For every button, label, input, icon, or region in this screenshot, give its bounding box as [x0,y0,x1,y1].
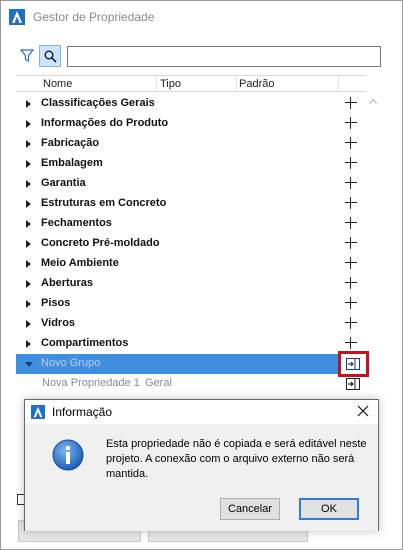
add-icon[interactable] [345,137,357,149]
group-label: Compartimentos [41,337,129,349]
expand-triangle-icon[interactable] [26,120,31,128]
window-title: Gestor de Propriedade [33,10,155,24]
close-icon[interactable] [357,405,369,417]
expand-triangle-icon[interactable] [26,340,31,348]
group-row[interactable]: Estruturas em Concreto [16,194,366,214]
group-row[interactable]: Embalagem [16,154,366,174]
group-row[interactable]: Vidros [16,314,366,334]
group-label: Fechamentos [41,217,112,229]
add-icon[interactable] [345,317,357,329]
dialog-footer: Cancelar OK [25,498,378,531]
expand-triangle-icon[interactable] [26,320,31,328]
group-row[interactable]: Aberturas [16,274,366,294]
add-icon[interactable] [345,97,357,109]
add-icon[interactable] [345,257,357,269]
archicad-logo-icon [9,9,25,25]
expand-triangle-icon[interactable] [26,280,31,288]
expand-triangle-icon[interactable] [26,160,31,168]
column-divider[interactable] [338,76,339,92]
expand-triangle-icon[interactable] [26,200,31,208]
information-dialog: Informação Esta propriedade não é copiad… [24,399,379,531]
search-button[interactable] [39,45,61,67]
archicad-logo-icon [31,405,45,419]
expand-triangle-icon[interactable] [26,260,31,268]
add-icon[interactable] [345,277,357,289]
dialog-body: Esta propriedade não é copiada e será ed… [25,424,378,498]
dialog-title: Informação [52,405,113,419]
group-label: Vidros [41,317,76,329]
add-icon[interactable] [345,237,357,249]
linked-property-icon[interactable] [346,378,360,390]
group-row[interactable]: Concreto Pré-moldado [16,234,366,254]
group-row[interactable]: Classificações Gerais [16,94,366,114]
unlink-property-icon [346,358,360,370]
add-icon[interactable] [345,217,357,229]
cancel-button[interactable]: Cancelar [220,498,280,520]
group-label: Classificações Gerais [41,97,155,109]
search-input[interactable] [67,46,381,67]
scroll-up-arrow-icon[interactable] [369,98,377,104]
group-label: Concreto Pré-moldado [41,237,160,249]
add-icon[interactable] [345,197,357,209]
group-row[interactable]: Fechamentos [16,214,366,234]
column-divider[interactable] [156,76,157,92]
ok-button[interactable]: OK [299,498,359,520]
group-label: Aberturas [41,277,93,289]
group-row[interactable]: Pisos [16,294,366,314]
add-icon[interactable] [345,177,357,189]
expand-triangle-icon[interactable] [26,100,31,108]
expand-triangle-icon[interactable] [26,180,31,188]
group-label: Meio Ambiente [41,257,119,269]
property-name: Nova Propriedade 1 [42,377,140,389]
column-divider[interactable] [236,76,237,92]
group-row[interactable]: Informações do Produto [16,114,366,134]
group-row[interactable]: Garantia [16,174,366,194]
expand-triangle-icon[interactable] [26,240,31,248]
group-label: Fabricação [41,137,100,149]
group-label: Garantia [41,177,86,189]
group-label: Pisos [41,297,71,309]
property-row[interactable]: Nova Propriedade 1 Geral [16,374,366,394]
expand-triangle-icon[interactable] [26,300,31,308]
column-header-default[interactable]: Padrão [239,78,274,90]
group-label: Embalagem [41,157,103,169]
info-icon [52,439,84,471]
group-row[interactable]: Meio Ambiente [16,254,366,274]
group-label: Estruturas em Concreto [41,197,167,209]
column-header-name[interactable]: Nome [43,78,72,90]
collapse-triangle-icon[interactable] [25,362,33,367]
add-icon[interactable] [345,337,357,349]
dialog-message: Esta propriedade não é copiada e será ed… [106,438,367,480]
dialog-title-bar: Informação [25,400,378,424]
group-row-selected[interactable]: Novo Grupo [16,351,369,377]
column-header-type[interactable]: Tipo [160,78,181,90]
expand-triangle-icon[interactable] [26,220,31,228]
search-icon [44,50,57,63]
filter-icon[interactable] [20,49,34,63]
table-header: Nome Tipo Padrão [16,75,366,92]
group-label: Informações do Produto [41,117,169,129]
property-table: Nome Tipo Padrão Classificações Gerais I… [16,75,369,395]
group-row[interactable]: Compartimentos [16,334,366,354]
expand-triangle-icon[interactable] [26,140,31,148]
add-icon[interactable] [345,297,357,309]
add-icon[interactable] [345,117,357,129]
add-icon[interactable] [345,157,357,169]
group-row[interactable]: Fabricação [16,134,366,154]
group-label: Novo Grupo [41,357,101,369]
property-type: Geral [145,377,172,389]
title-bar: Gestor de Propriedade [1,1,402,31]
